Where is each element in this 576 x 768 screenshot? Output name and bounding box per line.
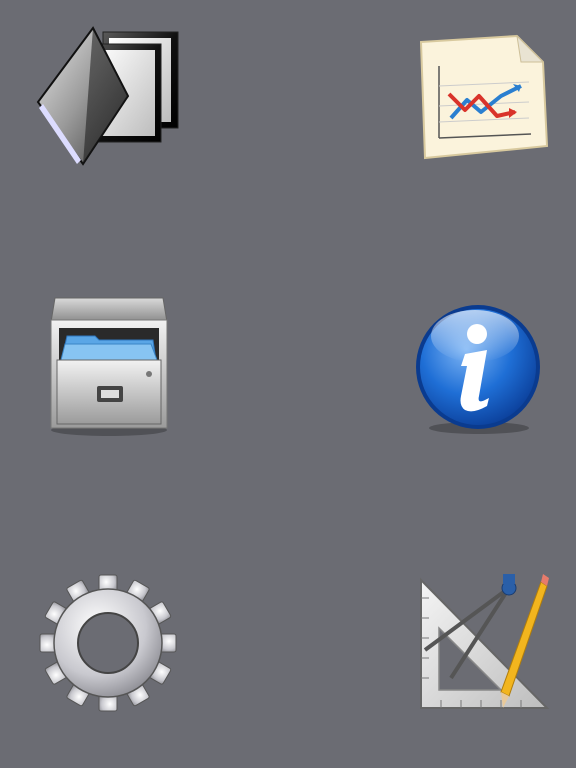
- file-cabinet-icon[interactable]: [33, 290, 183, 440]
- documents-icon[interactable]: [33, 18, 183, 168]
- home-screen: { "home": { "icons": [ {"name": "documen…: [0, 0, 576, 768]
- drafting-tools-icon[interactable]: [405, 568, 555, 718]
- info-icon[interactable]: [403, 292, 553, 442]
- chart-icon[interactable]: [405, 26, 555, 176]
- gear-icon[interactable]: [33, 568, 183, 718]
